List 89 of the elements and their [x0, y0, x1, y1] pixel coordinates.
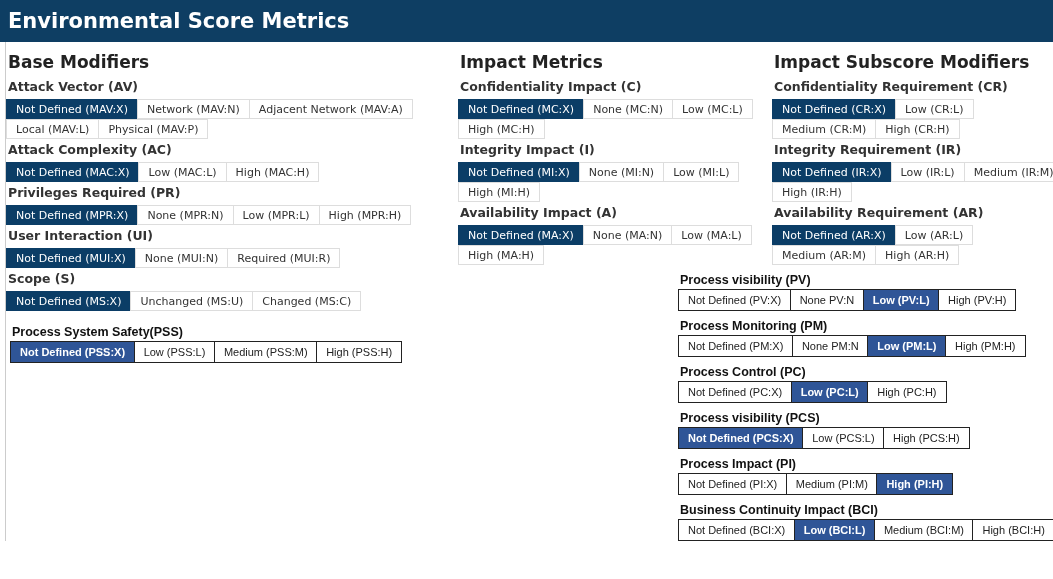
option-button[interactable]: Not Defined (PM:X)	[678, 335, 794, 357]
option-button[interactable]: Low (PCS:L)	[802, 427, 885, 449]
option-button[interactable]: Low (PSS:L)	[133, 341, 216, 363]
option-button[interactable]: None (MI:N)	[578, 162, 665, 182]
option-button[interactable]: Low (MC:L)	[672, 99, 753, 119]
option-button[interactable]: High (PC:H)	[867, 381, 947, 403]
option-button[interactable]: None (MUI:N)	[134, 248, 229, 268]
option-button[interactable]: Low (PV:L)	[862, 289, 940, 311]
option-button[interactable]: Not Defined (PV:X)	[678, 289, 792, 311]
option-button[interactable]: High (PI:H)	[876, 473, 954, 495]
option-button[interactable]: None (MC:N)	[583, 99, 674, 119]
metric-label: Process Impact (PI)	[680, 457, 797, 471]
section-heading: Impact Subscore Modifiers	[774, 52, 1031, 72]
metric-label: Integrity Requirement (IR)	[774, 142, 963, 157]
section-heading: Base Modifiers	[8, 52, 151, 72]
option-button[interactable]: High (MC:H)	[458, 119, 545, 139]
option-button[interactable]: Physical (MAV:P)	[98, 119, 209, 139]
option-button[interactable]: Not Defined (MA:X)	[458, 225, 584, 245]
option-button[interactable]: Not Defined (MC:X)	[458, 99, 585, 119]
option-button[interactable]: Not Defined (IR:X)	[772, 162, 892, 182]
option-button[interactable]: High (AR:H)	[875, 245, 960, 265]
option-button[interactable]: Low (AR:L)	[894, 225, 974, 245]
option-button[interactable]: High (CR:H)	[875, 119, 960, 139]
option-button[interactable]: Low (MAC:L)	[138, 162, 227, 182]
option-button[interactable]: Not Defined (MAV:X)	[6, 99, 138, 119]
option-button[interactable]: Low (CR:L)	[894, 99, 974, 119]
option-button[interactable]: Medium (IR:M)	[963, 162, 1053, 182]
page-title: Environmental Score Metrics	[8, 9, 350, 33]
option-button[interactable]: Changed (MS:C)	[252, 291, 362, 311]
option-button[interactable]: High (PSS:H)	[316, 341, 403, 363]
option-button[interactable]: Medium (PSS:M)	[213, 341, 318, 363]
option-button[interactable]: Not Defined (BCI:X)	[678, 519, 796, 541]
metric-label: Availability Impact (A)	[460, 205, 618, 220]
section-heading: Impact Metrics	[460, 52, 604, 72]
option-button[interactable]: High (MPR:H)	[318, 205, 412, 225]
metric-label: Process System Safety(PSS)	[12, 325, 184, 339]
option-button[interactable]: Not Defined (MUI:X)	[6, 248, 136, 268]
metric-label: User Interaction (UI)	[8, 228, 154, 243]
metric-label: Process Control (PC)	[680, 365, 807, 379]
option-button[interactable]: High (PCS:H)	[883, 427, 970, 449]
option-button[interactable]: Not Defined (PI:X)	[678, 473, 788, 495]
option-button[interactable]: Not Defined (PSS:X)	[10, 341, 136, 363]
option-button[interactable]: High (PV:H)	[938, 289, 1017, 311]
option-button[interactable]: Medium (CR:M)	[772, 119, 877, 139]
metric-label: Process visibility (PV)	[680, 273, 812, 287]
metric-label: Confidentiality Requirement (CR)	[774, 79, 1009, 94]
option-button[interactable]: Network (MAV:N)	[136, 99, 250, 119]
option-button[interactable]: Medium (BCI:M)	[873, 519, 974, 541]
metric-label: Process visibility (PCS)	[680, 411, 821, 425]
option-button[interactable]: Low (IR:L)	[890, 162, 965, 182]
metric-label: Integrity Impact (I)	[460, 142, 596, 157]
option-button[interactable]: Medium (PI:M)	[785, 473, 878, 495]
option-button[interactable]: Not Defined (MI:X)	[458, 162, 580, 182]
option-button[interactable]: None PM:N	[791, 335, 869, 357]
option-button[interactable]: High (MA:H)	[458, 245, 545, 265]
metric-label: Scope (S)	[8, 271, 77, 286]
option-button[interactable]: High (BCI:H)	[972, 519, 1053, 541]
option-button[interactable]: Not Defined (MAC:X)	[6, 162, 140, 182]
option-button[interactable]: None (MPR:N)	[137, 205, 234, 225]
option-button[interactable]: Low (BCI:L)	[793, 519, 876, 541]
option-button[interactable]: None PV:N	[789, 289, 865, 311]
metric-label: Attack Vector (AV)	[8, 79, 140, 94]
option-button[interactable]: Not Defined (PCS:X)	[678, 427, 804, 449]
metric-label: Availability Requirement (AR)	[774, 205, 985, 220]
metric-label: Business Continuity Impact (BCI)	[680, 503, 879, 517]
option-button[interactable]: None (MA:N)	[582, 225, 673, 245]
option-button[interactable]: Low (PM:L)	[867, 335, 947, 357]
option-button[interactable]: Adjacent Network (MAV:A)	[248, 99, 413, 119]
metric-label: Confidentiality Impact (C)	[460, 79, 643, 94]
option-button[interactable]: Not Defined (MS:X)	[6, 291, 132, 311]
option-button[interactable]: Not Defined (MPR:X)	[6, 205, 139, 225]
option-button[interactable]: Low (MA:L)	[671, 225, 752, 245]
metric-label: Attack Complexity (AC)	[8, 142, 173, 157]
metric-label: Process Monitoring (PM)	[680, 319, 829, 333]
option-button[interactable]: Low (MI:L)	[663, 162, 740, 182]
option-button[interactable]: Not Defined (CR:X)	[772, 99, 896, 119]
option-button[interactable]: Medium (AR:M)	[772, 245, 877, 265]
option-button[interactable]: High (PM:H)	[945, 335, 1026, 357]
option-button[interactable]: High (MAC:H)	[225, 162, 320, 182]
option-button[interactable]: High (IR:H)	[772, 182, 852, 202]
option-button[interactable]: Unchanged (MS:U)	[130, 291, 254, 311]
option-button[interactable]: Not Defined (AR:X)	[772, 225, 896, 245]
option-button[interactable]: Local (MAV:L)	[6, 119, 100, 139]
metric-label: Privileges Required (PR)	[8, 185, 182, 200]
option-button[interactable]: Low (MPR:L)	[232, 205, 320, 225]
option-button[interactable]: Required (MUI:R)	[227, 248, 341, 268]
option-button[interactable]: Not Defined (PC:X)	[678, 381, 793, 403]
option-button[interactable]: Low (PC:L)	[790, 381, 869, 403]
option-button[interactable]: High (MI:H)	[458, 182, 541, 202]
